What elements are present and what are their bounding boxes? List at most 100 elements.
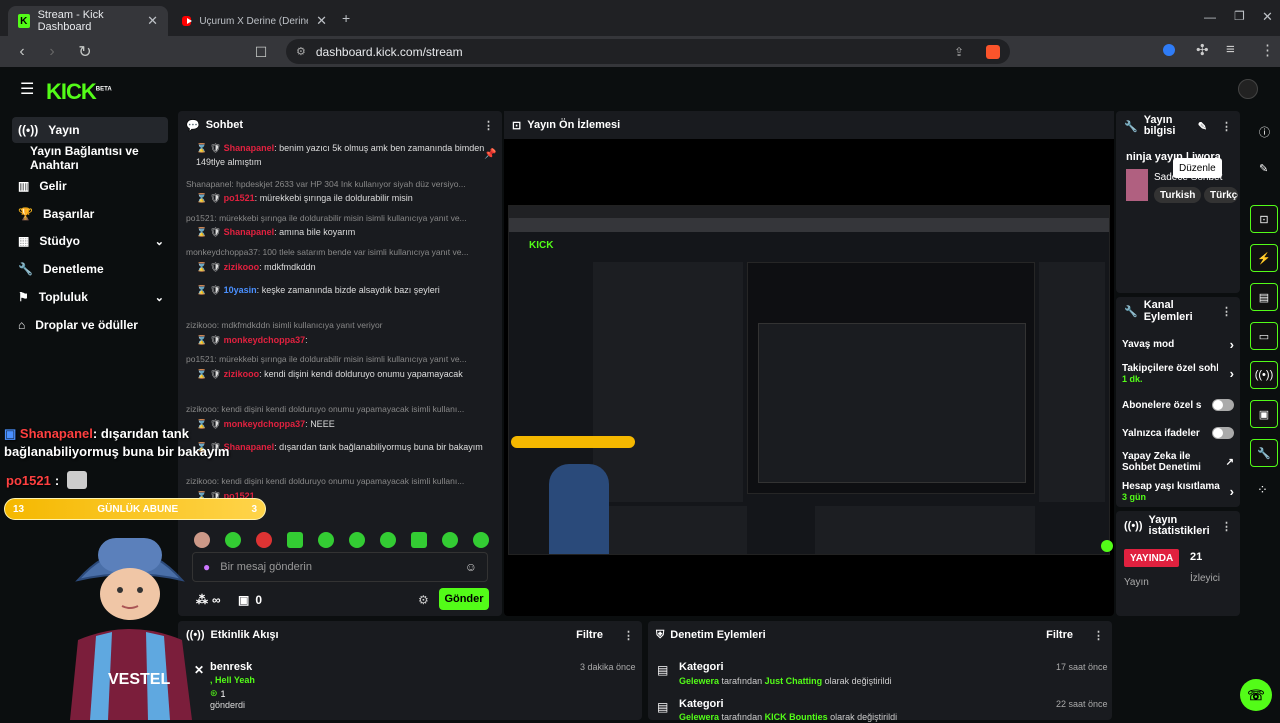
chat-panel: 💬 Sohbet ⋮ 📌 ⌛ 🛡 Shanapanel: benim yazıc…	[178, 111, 502, 616]
browser-tab-bar: K Stream - Kick Dashboard ✕ Uçurum X Der…	[0, 0, 1280, 36]
chat-message[interactable]: ⌛ 🛡 Shanapanel: amına bile koyarım	[186, 225, 488, 239]
stream-video[interactable]: KICK	[508, 205, 1113, 555]
chat-input[interactable]: ● Bir mesaj gönderin ☺	[192, 552, 488, 582]
slow-mode-row[interactable]: Yavaş mod ›	[1122, 337, 1234, 352]
lightning-icon: ⚡	[1257, 252, 1271, 265]
sidebar-item-stream-key[interactable]: Yayın Bağlantısı ve Anahtarı	[12, 144, 182, 172]
rail-tools-button[interactable]: 🔧	[1250, 439, 1278, 467]
filter-button[interactable]: Filtre	[1046, 629, 1073, 641]
close-tab-icon[interactable]: ✕	[316, 13, 327, 29]
emote[interactable]	[256, 532, 272, 548]
emotes-only-row[interactable]: Yalnızca ifadeler	[1122, 427, 1234, 439]
close-window-icon[interactable]: ✕	[1262, 9, 1273, 25]
kebab-menu-icon[interactable]: ⋮	[483, 119, 494, 132]
stats-panel: ((•)) Yayın istatistikleri ⋮ YAYINDA Yay…	[1116, 511, 1240, 616]
rail-notes-button[interactable]: ▤	[1250, 283, 1278, 311]
help-chat-icon[interactable]: ☏	[1240, 679, 1272, 711]
sidebar-item-studio[interactable]: ▦ Stüdyo ⌄	[12, 228, 168, 254]
emote[interactable]	[349, 532, 365, 548]
tag-chip[interactable]: Türkçe	[1204, 187, 1238, 203]
sub-goal-label: GÜNLÜK ABUNE	[97, 503, 179, 515]
site-info-icon[interactable]: ⚙	[296, 45, 306, 58]
playlist-icon[interactable]: ≡	[1226, 41, 1235, 58]
kebab-menu-icon[interactable]: ⋮	[1221, 520, 1232, 533]
kebab-menu-icon[interactable]: ⋮	[1093, 629, 1104, 642]
sidebar-item-revenue[interactable]: ▥ Gelir	[12, 173, 168, 199]
chat-message[interactable]: ⌛ 🛡 zizikooo: mdkfmdkddn	[186, 260, 488, 274]
mic-icon[interactable]: ●	[203, 560, 210, 574]
edit-pencil-icon[interactable]: ✎	[1198, 120, 1207, 133]
kebab-menu-icon[interactable]: ⋮	[1221, 120, 1232, 133]
share-icon[interactable]: ⇪	[954, 45, 964, 59]
rail-preview-button[interactable]: ⊡	[1250, 205, 1278, 233]
youtube-favicon-icon	[182, 16, 193, 26]
gifts-counter[interactable]: ▣ 0	[238, 593, 262, 607]
brave-shield-icon[interactable]	[986, 44, 1000, 59]
chat-message[interactable]: ⌛ 🛡 monkeydchoppa37:	[186, 333, 488, 347]
kebab-menu-icon[interactable]: ⋮	[1221, 305, 1232, 318]
emoji-icon[interactable]: ☺	[465, 560, 477, 574]
rail-chat-button[interactable]: ▭	[1250, 322, 1278, 350]
extensions-puzzle-icon[interactable]: ✣	[1196, 41, 1209, 59]
bookmark-icon[interactable]: ☐	[249, 40, 273, 64]
daily-sub-goal-bar: 13 GÜNLÜK ABUNE 3	[4, 498, 266, 520]
edit-pencil-icon[interactable]: ✎	[1259, 162, 1268, 175]
avatar[interactable]	[1238, 79, 1258, 99]
preview-icon: ⊡	[512, 119, 522, 132]
restore-icon[interactable]: ❐	[1234, 9, 1245, 23]
info-icon[interactable]: ⓘ	[1259, 124, 1270, 140]
send-button[interactable]: Gönder	[439, 588, 489, 610]
rail-actions-button[interactable]: ⚡	[1250, 244, 1278, 272]
emotes-only-toggle[interactable]	[1212, 427, 1234, 439]
chat-message[interactable]: ⌛ 🛡 po1521: mürekkebi şırınga ile doldur…	[186, 191, 488, 205]
kebab-menu-icon[interactable]: ⋮	[623, 629, 634, 642]
tag-chip[interactable]: Turkish	[1154, 187, 1202, 203]
stats-title: Yayın istatistikleri	[1148, 514, 1210, 537]
new-tab-icon[interactable]: +	[342, 10, 350, 26]
chat-message[interactable]: ⌛ 🛡 10yasin: keşke zamanında bizde alsay…	[186, 283, 488, 297]
emote[interactable]	[411, 532, 427, 548]
emote[interactable]	[380, 532, 396, 548]
followers-only-row[interactable]: Takipçilere özel sohbet1 dk.›	[1122, 363, 1234, 384]
account-age-row[interactable]: Hesap yaşı kısıtlaması 3 gün ›	[1122, 481, 1234, 502]
sidebar-item-drops[interactable]: ⌂ Droplar ve ödüller	[12, 312, 168, 338]
chat-message[interactable]: ⌛ 🛡 Shanapanel: benim yazıcı 5k olmuş am…	[186, 141, 488, 169]
filter-button[interactable]: Filtre	[576, 629, 603, 641]
emote[interactable]	[225, 532, 241, 548]
rail-gifts-button[interactable]: ▣	[1250, 400, 1278, 428]
kick-logo[interactable]: KICKBETA	[46, 79, 112, 105]
chart-icon: ▥	[18, 179, 30, 193]
broadcast-icon: ((•))	[18, 123, 39, 137]
tab-youtube[interactable]: Uçurum X Derine (Derine 2.0) [ALPE ✕	[172, 6, 337, 36]
settings-gear-icon[interactable]: ⚙	[418, 593, 429, 607]
subscribers-only-toggle[interactable]	[1212, 399, 1234, 411]
minimize-icon[interactable]: —	[1204, 10, 1216, 24]
menu-icon[interactable]: ⋮	[1260, 41, 1275, 59]
more-icon[interactable]: ⁘	[1257, 482, 1268, 498]
forward-icon[interactable]: ›	[40, 40, 64, 64]
stream-info-panel: 🔧 Yayın bilgisi ✎ ⋮ ninja yayın | iwora …	[1116, 111, 1240, 293]
emote[interactable]	[473, 532, 489, 548]
sidebar-item-moderation[interactable]: 🔧 Denetleme	[12, 256, 168, 282]
tab-kick-dashboard[interactable]: K Stream - Kick Dashboard ✕	[8, 6, 168, 36]
reload-icon[interactable]: ↻	[73, 40, 97, 64]
address-bar[interactable]: ⚙ dashboard.kick.com/stream ⇪	[286, 39, 1010, 64]
broadcast-icon: ((•))	[1254, 369, 1274, 381]
emote[interactable]	[318, 532, 334, 548]
preview-panel: ⊡ Yayın Ön İzlemesi KICK	[504, 111, 1114, 616]
close-tab-icon[interactable]: ✕	[147, 13, 158, 29]
chat-message[interactable]: ⌛ 🛡 zizikooo: kendi dişini kendi dolduru…	[186, 367, 488, 381]
emote[interactable]	[442, 532, 458, 548]
extension-icon[interactable]	[1163, 44, 1175, 56]
rail-stream-button[interactable]: ((•))	[1250, 361, 1278, 389]
ai-moderation-row[interactable]: Yapay Zeka ile Sohbet Denetimi ↗	[1122, 451, 1234, 473]
emote[interactable]	[287, 532, 303, 548]
sidebar-item-community[interactable]: ⚑ Topluluk ⌄	[12, 284, 168, 310]
back-icon[interactable]: ‹	[10, 40, 34, 64]
moderation-item-title: Kategori	[679, 698, 724, 710]
sidebar-item-achievements[interactable]: 🏆 Başarılar	[12, 201, 168, 227]
subscribers-only-row[interactable]: Abonelere özel sohbet	[1122, 399, 1234, 411]
sidebar-item-stream[interactable]: ((•)) Yayın	[12, 117, 168, 143]
hamburger-menu-icon[interactable]: ☰	[20, 79, 34, 99]
edit-tooltip: Düzenle	[1173, 158, 1222, 178]
